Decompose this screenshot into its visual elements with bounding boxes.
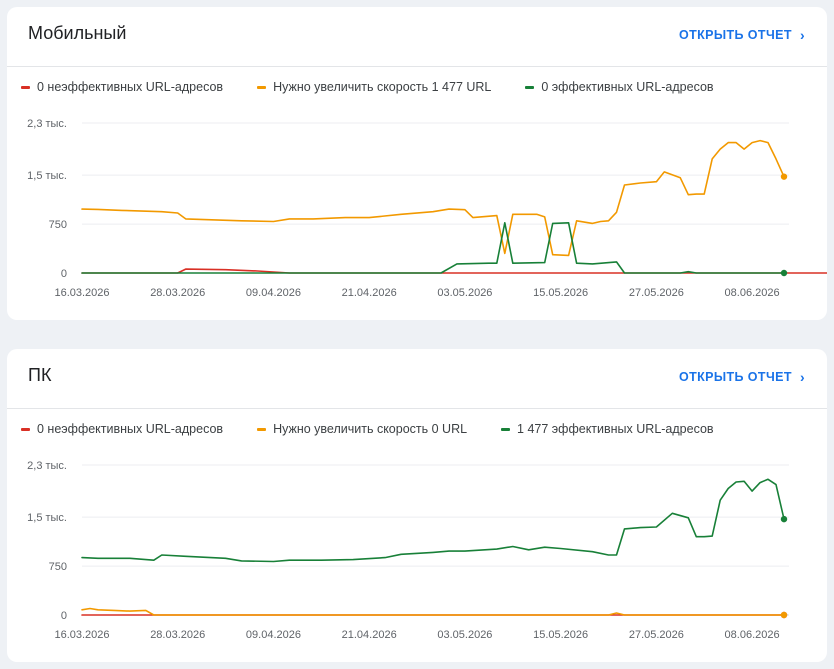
desktop-card: ПК ОТКРЫТЬ ОТЧЕТ › 0 неэффективных URL-а… xyxy=(7,349,827,662)
x-tick-label: 21.04.2026 xyxy=(342,287,397,299)
y-tick-label: 0 xyxy=(61,610,67,622)
y-tick-label: 750 xyxy=(49,219,67,231)
x-tick-label: 16.03.2026 xyxy=(54,287,109,299)
x-tick-label: 03.05.2026 xyxy=(437,629,492,641)
x-tick-label: 08.06.2026 xyxy=(725,287,780,299)
series-end-point xyxy=(780,515,788,523)
x-tick-label: 21.04.2026 xyxy=(342,629,397,641)
y-tick-label: 1,5 тыс. xyxy=(27,170,67,182)
mobile-card: Мобильный ОТКРЫТЬ ОТЧЕТ › 0 неэффективны… xyxy=(7,7,827,320)
series-line xyxy=(81,607,785,616)
x-tick-label: 28.03.2026 xyxy=(150,629,205,641)
x-tick-label: 15.05.2026 xyxy=(533,629,588,641)
x-tick-label: 15.05.2026 xyxy=(533,287,588,299)
x-tick-label: 03.05.2026 xyxy=(437,287,492,299)
y-tick-label: 1,5 тыс. xyxy=(27,512,67,524)
y-tick-label: 2,3 тыс. xyxy=(27,460,67,472)
series-end-point xyxy=(780,269,788,277)
x-tick-label: 09.04.2026 xyxy=(246,629,301,641)
x-tick-label: 16.03.2026 xyxy=(54,629,109,641)
mobile-line-chart: 0 750 1,5 тыс. 2,3 тыс. 16.03.2026 28.03.2026… xyxy=(27,118,827,299)
series-line xyxy=(81,139,785,257)
series-line xyxy=(81,478,785,563)
y-tick-label: 750 xyxy=(49,561,67,573)
x-tick-label: 09.04.2026 xyxy=(246,287,301,299)
y-tick-label: 2,3 тыс. xyxy=(27,118,67,130)
desktop-line-chart: 0 750 1,5 тыс. 2,3 тыс. 16.03.2026 28.03.2026… xyxy=(27,460,789,641)
x-tick-label: 27.05.2026 xyxy=(629,629,684,641)
y-tick-label: 0 xyxy=(61,268,67,280)
series-end-point xyxy=(780,173,788,180)
series-line xyxy=(81,222,785,274)
x-tick-label: 27.05.2026 xyxy=(629,287,684,299)
series-end-point xyxy=(780,611,788,619)
x-tick-label: 28.03.2026 xyxy=(150,287,205,299)
x-tick-label: 08.06.2026 xyxy=(725,629,780,641)
